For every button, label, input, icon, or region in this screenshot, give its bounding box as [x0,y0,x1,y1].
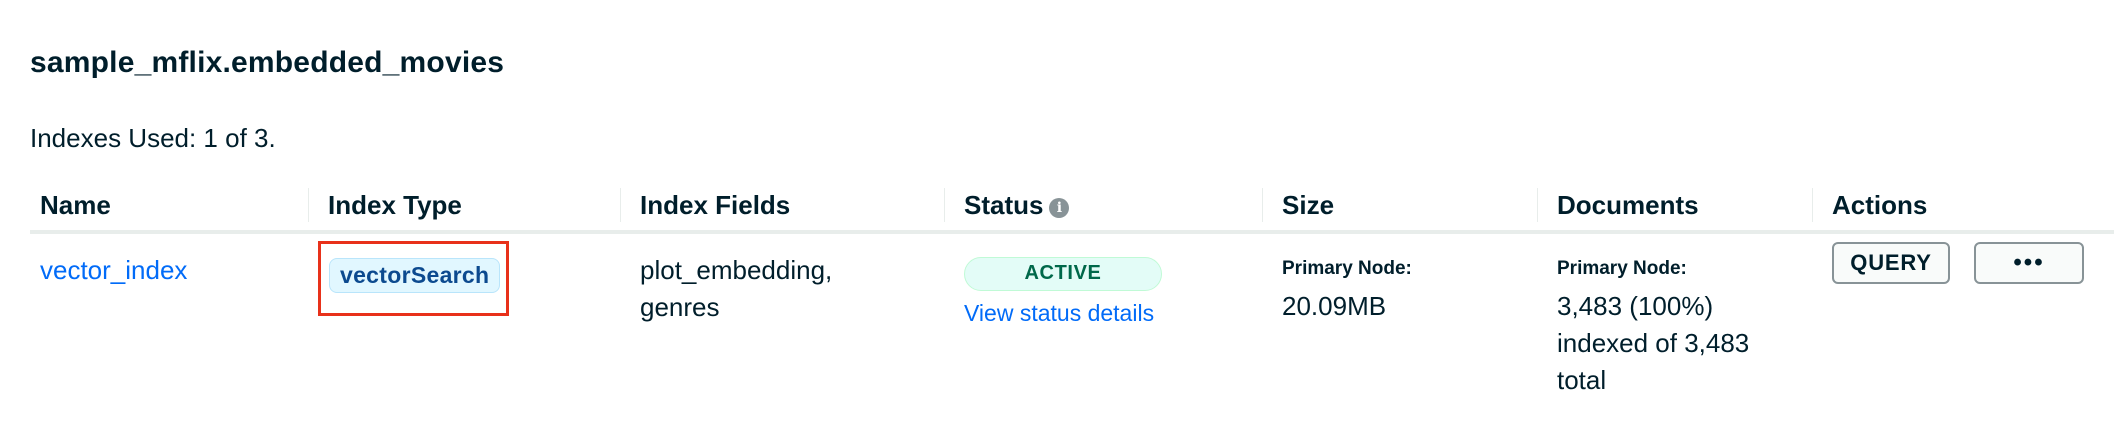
status-badge: ACTIVE [964,256,1162,291]
index-type-badge: vectorSearch [329,258,501,293]
documents-primary-node-label: Primary Node: [1557,258,1687,279]
size-primary-node-label: Primary Node: [1282,258,1412,279]
header-status-label: Status [964,189,1044,220]
header-index-type[interactable]: Index Type [308,180,620,234]
size-value: 20.09MB [1282,291,1387,321]
header-size[interactable]: Size [1262,180,1537,234]
cell-size: Primary Node: 20.09MB [1262,232,1537,399]
index-name-link[interactable]: vector_index [40,255,187,285]
documents-value-line3: total [1557,365,1607,395]
highlight-box: vectorSearch [318,241,510,316]
header-name[interactable]: Name [30,180,308,234]
table-header: Name Index Type Index Fields Status i Siz… [30,180,2114,234]
documents-value-line2: indexed of 3,483 [1557,328,1750,358]
info-icon[interactable]: i [1049,197,1070,218]
indexes-table: Name Index Type Index Fields Status i Siz… [30,180,2114,399]
header-status: Status i [944,180,1262,234]
indexes-used-text: Indexes Used: 1 of 3. [30,123,276,153]
more-actions-button[interactable]: ••• [1974,242,2084,284]
index-fields-line1: plot_embedding, [640,255,833,285]
index-fields-line2: genres [640,292,720,322]
header-actions: Actions [1812,180,2114,234]
cell-index-type: vectorSearch [308,232,620,399]
header-index-fields: Index Fields [620,180,944,234]
documents-value-line1: 3,483 (100%) [1557,291,1714,321]
header-documents[interactable]: Documents [1537,180,1812,234]
cell-status: ACTIVE View status details [944,232,1262,399]
cell-name: vector_index [30,232,308,399]
cell-actions: QUERY ••• [1812,232,2114,399]
query-button[interactable]: QUERY [1832,242,1950,284]
cell-index-fields: plot_embedding, genres [620,232,944,399]
cell-documents: Primary Node: 3,483 (100%) indexed of 3,… [1537,232,1812,399]
view-status-details-link[interactable]: View status details [964,295,1242,332]
ellipsis-icon: ••• [2013,249,2045,276]
table-row: vector_index vectorSearch plot_embedding… [30,232,2114,399]
collection-title: sample_mflix.embedded_movies [30,46,505,79]
